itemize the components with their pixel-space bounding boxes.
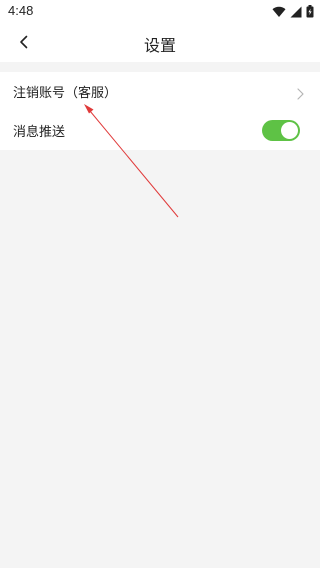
page-title: 设置 — [143, 36, 176, 55]
message-push-label: 消息推送 — [13, 125, 66, 140]
status-time: 4:48 — [8, 3, 34, 18]
message-push-row: 消息推送 — [0, 111, 320, 150]
cancel-account-row[interactable]: 注销账号（客服） — [0, 72, 320, 111]
signal-icon — [290, 3, 302, 22]
battery-icon — [306, 3, 314, 22]
toggle-knob — [281, 122, 298, 139]
message-push-toggle[interactable] — [262, 120, 300, 141]
app-bar: 设置 — [0, 24, 320, 62]
settings-list: 注销账号（客服） 消息推送 — [0, 72, 320, 150]
wifi-icon — [272, 3, 286, 22]
status-bar: 4:48 — [0, 0, 320, 24]
chevron-right-icon — [297, 85, 304, 104]
cancel-account-label: 注销账号（客服） — [13, 86, 118, 101]
status-icons — [272, 3, 314, 21]
